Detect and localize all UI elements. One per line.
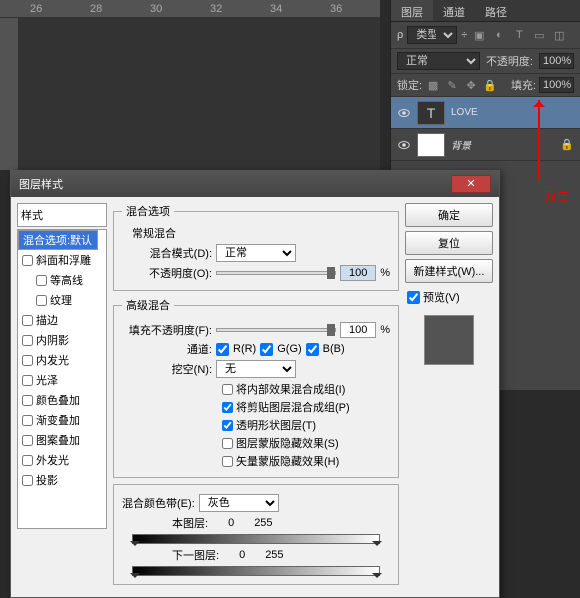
- fill-opacity-input[interactable]: 100: [340, 322, 376, 338]
- style-item[interactable]: 外发光: [18, 450, 106, 470]
- style-item[interactable]: 渐变叠加: [18, 410, 106, 430]
- filter-smart-icon[interactable]: ◫: [551, 27, 567, 43]
- preview-swatch: [424, 315, 474, 365]
- style-item[interactable]: 斜面和浮雕: [18, 250, 106, 270]
- style-item[interactable]: 光泽: [18, 370, 106, 390]
- ruler-horizontal: 26 28 30 32 34 36: [0, 0, 380, 18]
- opacity-label: 不透明度:: [486, 53, 533, 69]
- lock-label: 锁定:: [397, 77, 422, 93]
- style-item[interactable]: 内发光: [18, 350, 106, 370]
- style-item[interactable]: 内阴影: [18, 330, 106, 350]
- style-checkbox[interactable]: [22, 475, 33, 486]
- opacity-slider[interactable]: [216, 271, 336, 275]
- style-item[interactable]: 图案叠加: [18, 430, 106, 450]
- style-checkbox[interactable]: [22, 355, 33, 366]
- style-item[interactable]: 等高线: [18, 270, 106, 290]
- advanced-blend-legend: 高级混合: [122, 297, 174, 313]
- lock-brush-icon[interactable]: ✎: [444, 77, 460, 93]
- filter-type-select[interactable]: 类型: [407, 26, 457, 44]
- knockout-label: 挖空(N):: [122, 361, 212, 377]
- layer-row[interactable]: 背景 🔒: [391, 129, 580, 161]
- styles-header: 样式: [17, 203, 107, 227]
- channel-b-check[interactable]: [306, 343, 319, 356]
- knockout-select[interactable]: 无: [216, 360, 296, 378]
- filter-text-icon[interactable]: T: [511, 27, 527, 43]
- lock-icon: 🔒: [560, 138, 574, 151]
- fill-value[interactable]: 100%: [539, 77, 574, 93]
- fill-opacity-slider[interactable]: [216, 328, 336, 332]
- general-blend-label: 常规混合: [132, 225, 390, 241]
- visibility-icon[interactable]: [397, 106, 411, 120]
- fill-label: 填充:: [511, 77, 536, 93]
- filter-adjust-icon[interactable]: ◐: [491, 27, 507, 43]
- style-checkbox[interactable]: [22, 435, 33, 446]
- canvas-area[interactable]: [18, 18, 380, 170]
- this-layer-gradient[interactable]: [132, 534, 380, 544]
- opacity-input[interactable]: 100: [340, 265, 376, 281]
- style-checkbox[interactable]: [22, 255, 33, 266]
- layer-thumb-text: T: [417, 101, 445, 125]
- layer-name[interactable]: 背景: [451, 137, 471, 152]
- layer-row[interactable]: T LOVE: [391, 97, 580, 129]
- this-layer-label: 本图层:: [172, 515, 208, 531]
- style-checkbox[interactable]: [22, 455, 33, 466]
- blend-mode-label: 混合模式(D):: [122, 245, 212, 261]
- blend-mode-select[interactable]: 正常: [397, 52, 480, 70]
- ok-button[interactable]: 确定: [405, 203, 493, 227]
- dialog-title: 图层样式: [19, 176, 63, 192]
- channel-label: 通道:: [122, 341, 212, 357]
- preview-check[interactable]: [407, 291, 420, 304]
- channel-r-check[interactable]: [216, 343, 229, 356]
- style-checkbox[interactable]: [22, 415, 33, 426]
- tab-paths[interactable]: 路径: [475, 0, 517, 21]
- annotation-arrow: [538, 100, 540, 180]
- style-item[interactable]: 描边: [18, 310, 106, 330]
- channel-g-check[interactable]: [260, 343, 273, 356]
- style-checkbox[interactable]: [22, 315, 33, 326]
- style-checkbox[interactable]: [22, 375, 33, 386]
- adv-option-check[interactable]: [222, 456, 233, 467]
- under-layer-label: 下一图层:: [172, 547, 219, 563]
- tab-layers[interactable]: 图层: [391, 0, 433, 21]
- style-checkbox[interactable]: [22, 395, 33, 406]
- layer-style-dialog: 图层样式 ✕ 样式 混合选项:默认斜面和浮雕等高线纹理描边内阴影内发光光泽颜色叠…: [10, 170, 500, 598]
- close-button[interactable]: ✕: [451, 175, 491, 193]
- filter-shape-icon[interactable]: ▭: [531, 27, 547, 43]
- opacity-value[interactable]: 100%: [539, 53, 574, 69]
- style-item[interactable]: 颜色叠加: [18, 390, 106, 410]
- cancel-button[interactable]: 复位: [405, 231, 493, 255]
- style-item[interactable]: 混合选项:默认: [18, 230, 98, 250]
- lock-all-icon[interactable]: 🔒: [482, 77, 498, 93]
- tab-channels[interactable]: 通道: [433, 0, 475, 21]
- opacity-label: 不透明度(O):: [122, 265, 212, 281]
- adv-option-check[interactable]: [222, 384, 233, 395]
- adv-option-check[interactable]: [222, 420, 233, 431]
- new-style-button[interactable]: 新建样式(W)...: [405, 259, 493, 283]
- style-checkbox[interactable]: [36, 295, 47, 306]
- filter-image-icon[interactable]: ▣: [471, 27, 487, 43]
- layer-name[interactable]: LOVE: [451, 107, 478, 118]
- lock-position-icon[interactable]: ✥: [463, 77, 479, 93]
- adv-option-check[interactable]: [222, 438, 233, 449]
- visibility-icon[interactable]: [397, 138, 411, 152]
- blend-mode-select[interactable]: 正常: [216, 244, 296, 262]
- annotation-text: 双击: [544, 186, 570, 205]
- style-checkbox[interactable]: [22, 335, 33, 346]
- style-item[interactable]: 纹理: [18, 290, 106, 310]
- blend-if-select[interactable]: 灰色: [199, 494, 279, 512]
- style-checkbox[interactable]: [36, 275, 47, 286]
- fill-opacity-label: 填充不透明度(F):: [122, 322, 212, 338]
- adv-option-check[interactable]: [222, 402, 233, 413]
- blend-options-legend: 混合选项: [122, 203, 174, 219]
- style-item[interactable]: 投影: [18, 470, 106, 490]
- blend-if-label: 混合颜色带(E):: [122, 495, 195, 511]
- lock-transparency-icon[interactable]: ▩: [425, 77, 441, 93]
- under-layer-gradient[interactable]: [132, 566, 380, 576]
- layer-thumb-bg: [417, 133, 445, 157]
